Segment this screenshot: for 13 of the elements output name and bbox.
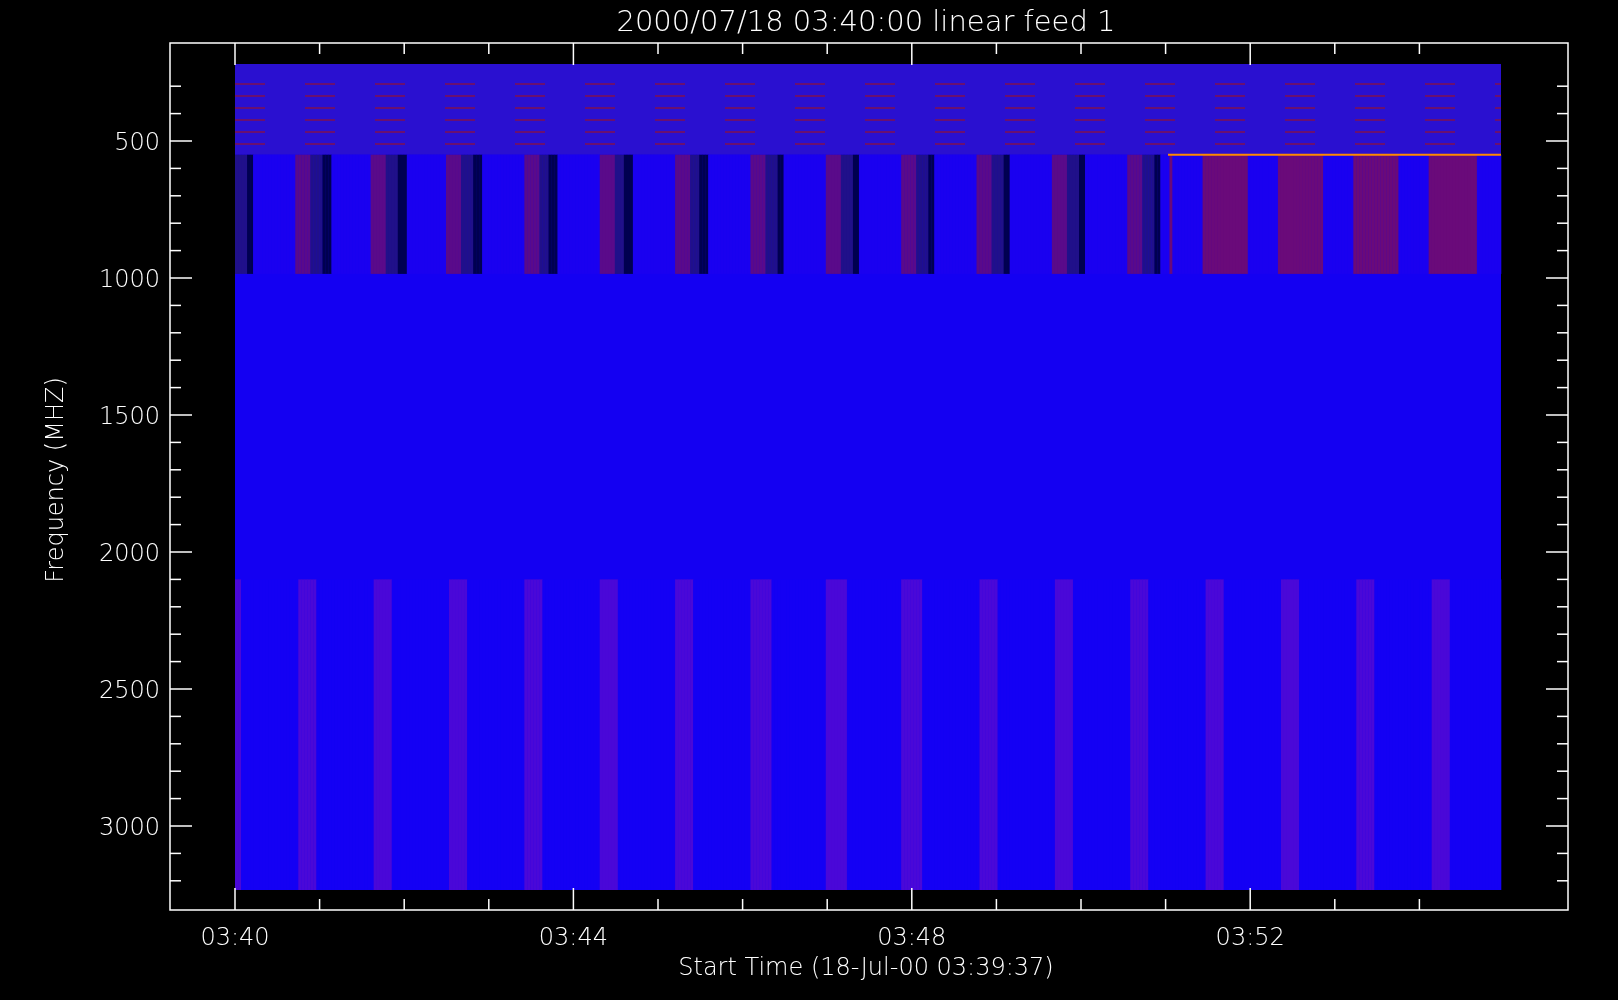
x-axis-label: Start Time (18-Jul-00 03:39:37) [678,953,1054,981]
y-tick-label: 1500 [98,402,160,430]
x-tick-label: 03:40 [200,923,270,951]
y-tick-label: 1000 [98,265,160,293]
y-tick-label: 500 [114,128,160,156]
y-axis-label: Frequency (MHZ) [41,377,69,583]
plot-title: 2000/07/18 03:40:00 linear feed 1 [616,4,1116,38]
x-tick-label: 03:48 [877,923,947,951]
x-tick-label: 03:44 [538,923,608,951]
y-tick-label: 2000 [98,539,160,567]
y-tick-label: 2500 [98,676,160,704]
y-tick-label: 3000 [98,813,160,841]
x-tick-label: 03:52 [1215,923,1285,951]
